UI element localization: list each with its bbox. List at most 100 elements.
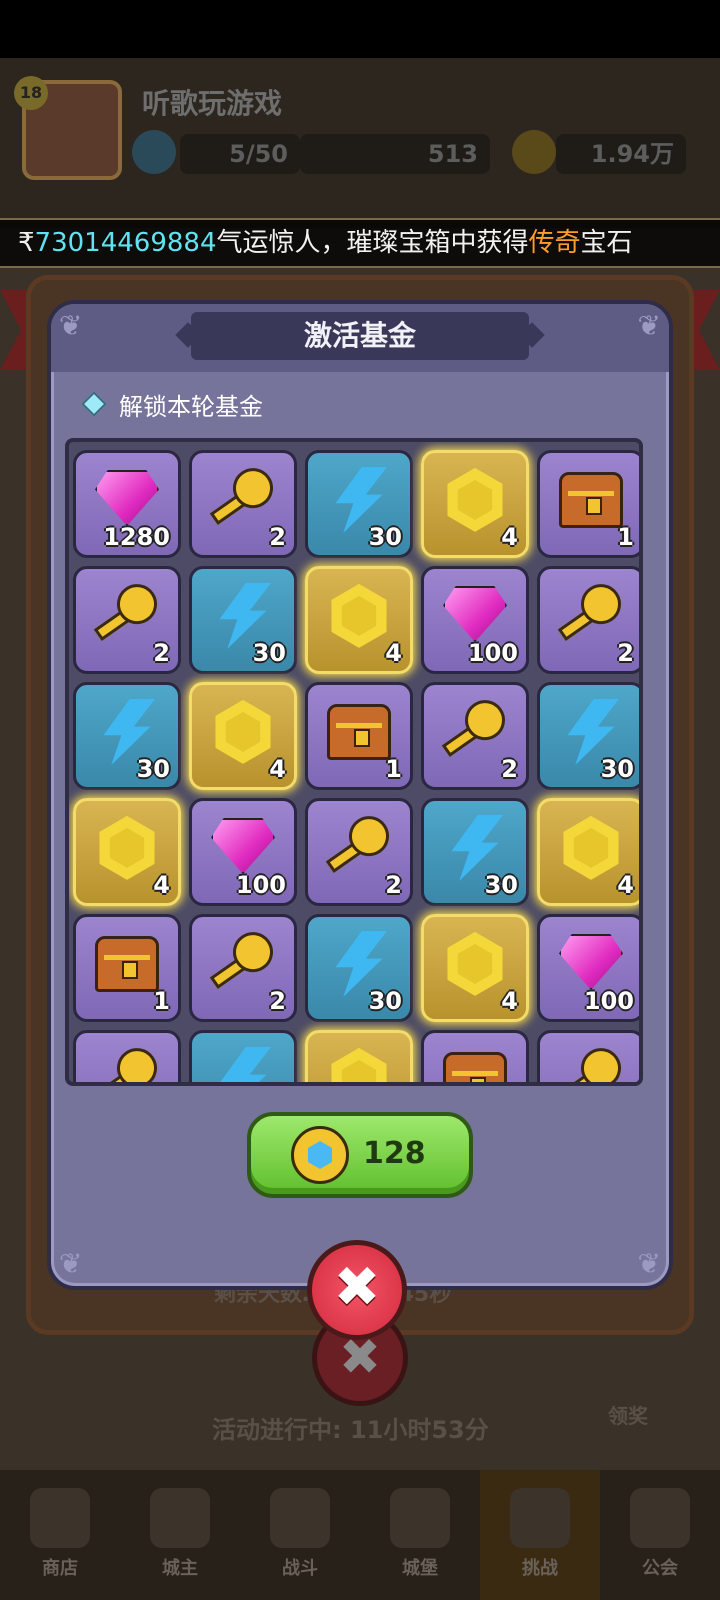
reward-cell[interactable]: 2 <box>189 914 297 1022</box>
nav-castle[interactable]: 城堡 <box>360 1470 480 1600</box>
reward-quantity: 30 <box>600 755 634 783</box>
ticker-rarity: 传奇 <box>528 228 581 258</box>
player-level-badge: 18 <box>14 76 48 110</box>
unlock-subtitle: 解锁本轮基金 <box>81 386 263 422</box>
chest-icon <box>327 703 391 760</box>
reward-quantity: 4 <box>385 639 402 667</box>
reward-quantity: 2 <box>269 987 286 1015</box>
gold-counter: 1.94万 <box>556 134 686 174</box>
reward-quantity: 4 <box>153 871 170 899</box>
chest-icon <box>559 471 623 528</box>
key-icon <box>207 460 281 530</box>
ticker-player-id: 73014469884 <box>34 228 217 258</box>
nav-shop[interactable]: 商店 <box>0 1470 120 1600</box>
reward-quantity: 100 <box>583 987 634 1015</box>
chest-icon <box>95 935 159 992</box>
reward-quantity: 4 <box>269 755 286 783</box>
corner-ornament-icon: ❦ <box>637 1247 661 1280</box>
key-icon <box>91 576 165 646</box>
fund-dialog: 激活基金 ❦ ❦ ❦ ❦ 解锁本轮基金 1280 2 30 4 1 2 30 4 100 2 30 4… <box>47 300 673 1290</box>
reward-cell[interactable]: 1 <box>305 682 413 790</box>
reward-quantity: 1280 <box>103 523 170 551</box>
reward-cell[interactable]: 2 <box>305 798 413 906</box>
reward-cell[interactable]: 30 <box>421 798 529 906</box>
dialog-title: 激活基金 <box>191 312 529 360</box>
skull-icon <box>510 1488 570 1548</box>
reward-cell[interactable]: 100 <box>421 566 529 674</box>
nav-battle[interactable]: 战斗 <box>240 1470 360 1600</box>
reward-cell[interactable]: 30 <box>73 682 181 790</box>
reward-quantity: 4 <box>501 987 518 1015</box>
reward-cell[interactable]: 2 <box>73 566 181 674</box>
reward-quantity: 100 <box>467 639 518 667</box>
reward-cell[interactable]: 4 <box>537 798 639 906</box>
reward-grid-frame[interactable]: 1280 2 30 4 1 2 30 4 100 2 30 4 1 2 30 4 100 2 30 4 1 2 30 4 100 <box>65 438 643 1086</box>
ticker-item: 宝石 <box>580 228 633 258</box>
reward-cell[interactable]: 1 <box>537 450 639 558</box>
claim-label[interactable]: 领奖 <box>608 1400 648 1429</box>
reward-cell[interactable]: 30 <box>537 682 639 790</box>
gem-icon <box>443 585 507 642</box>
reward-quantity: 2 <box>153 639 170 667</box>
reward-cell[interactable]: 100 <box>189 798 297 906</box>
nav-label: 商店 <box>42 1558 78 1579</box>
reward-cell[interactable]: 30 <box>189 566 297 674</box>
nav-challenge[interactable]: 挑战 <box>480 1470 600 1600</box>
gem-icon <box>211 817 275 874</box>
reward-cell[interactable] <box>537 1030 639 1082</box>
swords-icon <box>270 1488 330 1548</box>
reward-grid: 1280 2 30 4 1 2 30 4 100 2 30 4 1 2 30 4 100 2 30 4 1 2 30 4 100 <box>73 450 639 1082</box>
reward-cell[interactable]: 1 <box>73 914 181 1022</box>
corner-ornament-icon: ❦ <box>637 309 661 342</box>
reward-quantity: 30 <box>252 639 286 667</box>
bottom-nav: 商店 城主 战斗 城堡 挑战 公会 <box>0 1470 720 1600</box>
reward-cell[interactable] <box>421 1030 529 1082</box>
nav-lord[interactable]: 城主 <box>120 1470 240 1600</box>
event-status: 活动进行中: 11小时53分 <box>212 1416 489 1444</box>
gold-icon <box>512 130 556 174</box>
reward-quantity: 30 <box>368 987 402 1015</box>
game-screen: 18 听歌玩游戏 5/50 513 1.94万 ₹73014469884气运惊人… <box>0 0 720 1600</box>
key-icon <box>555 1040 629 1082</box>
castle-icon <box>390 1488 450 1548</box>
reward-quantity: 2 <box>617 639 634 667</box>
status-bar <box>0 0 720 58</box>
player-name: 听歌玩游戏 <box>142 87 283 120</box>
nav-label: 公会 <box>642 1558 678 1579</box>
nav-label: 挑战 <box>522 1558 558 1579</box>
reward-cell[interactable] <box>189 1030 297 1082</box>
reward-cell[interactable]: 100 <box>537 914 639 1022</box>
reward-cell[interactable]: 2 <box>421 682 529 790</box>
crown-icon <box>150 1488 210 1548</box>
reward-cell[interactable]: 4 <box>421 914 529 1022</box>
reward-cell[interactable]: 30 <box>305 450 413 558</box>
reward-cell[interactable]: 4 <box>421 450 529 558</box>
nav-guild[interactable]: 公会 <box>600 1470 720 1600</box>
guild-icon <box>630 1488 690 1548</box>
shop-icon <box>30 1488 90 1548</box>
announcement-ticker: ₹73014469884气运惊人，璀璨宝箱中获得传奇宝石 <box>0 218 720 268</box>
reward-cell[interactable]: 2 <box>537 566 639 674</box>
reward-cell[interactable]: 30 <box>305 914 413 1022</box>
nav-label: 城主 <box>162 1558 198 1579</box>
reward-cell[interactable]: 4 <box>189 682 297 790</box>
energy-counter: 5/50 <box>180 134 300 174</box>
buy-fund-button[interactable]: 128 <box>247 1112 473 1198</box>
reward-quantity: 100 <box>235 871 286 899</box>
close-button[interactable]: ✖ <box>307 1240 407 1340</box>
reward-cell[interactable] <box>305 1030 413 1082</box>
reward-quantity: 30 <box>484 871 518 899</box>
reward-cell[interactable]: 1280 <box>73 450 181 558</box>
reward-cell[interactable]: 4 <box>305 566 413 674</box>
reward-cell[interactable]: 2 <box>189 450 297 558</box>
dialog-header: 激活基金 <box>51 304 669 372</box>
reward-cell[interactable] <box>73 1030 181 1082</box>
lightning-icon <box>219 1046 271 1082</box>
corner-ornament-icon: ❦ <box>59 309 83 342</box>
reward-quantity: 4 <box>501 523 518 551</box>
nav-label: 战斗 <box>282 1558 318 1579</box>
reward-cell[interactable]: 4 <box>73 798 181 906</box>
reward-quantity: 4 <box>617 871 634 899</box>
reward-quantity: 2 <box>269 523 286 551</box>
key-icon <box>323 808 397 878</box>
